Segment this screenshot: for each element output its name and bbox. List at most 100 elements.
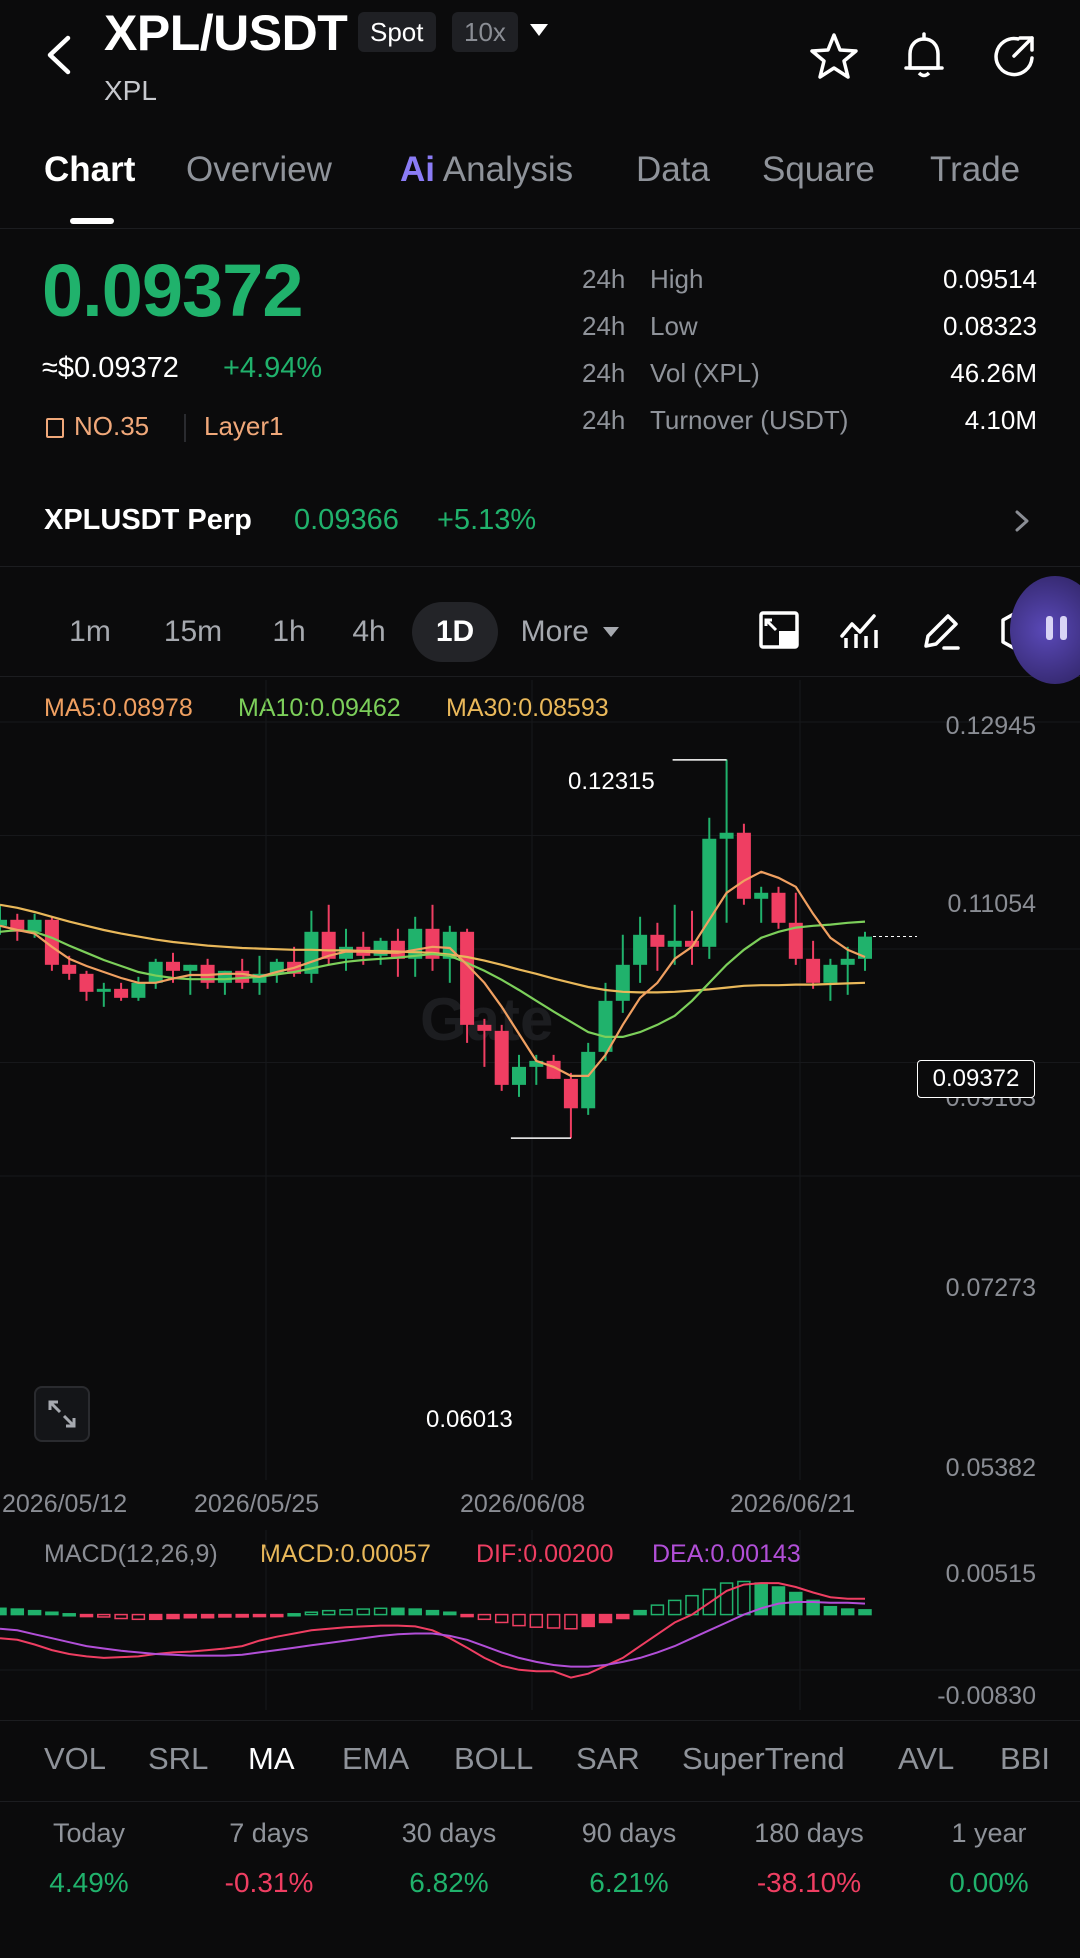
stat-label: Vol (XPL) <box>650 358 760 388</box>
macd-bar <box>789 1591 803 1616</box>
stat-value: 4.10M <box>964 405 1037 435</box>
macd-bar <box>858 1609 872 1616</box>
stat-period: 24h <box>582 311 626 341</box>
macd-bar <box>218 1613 232 1618</box>
perf-label: Today <box>52 1818 126 1848</box>
perf-7d: 7 days -0.31% <box>179 1818 359 1899</box>
macd-bar <box>408 1608 422 1616</box>
tab-overview[interactable]: Overview <box>186 150 332 190</box>
ai-icon: Ai <box>400 150 435 189</box>
candle-body <box>131 982 146 998</box>
macd-bar <box>719 1582 734 1616</box>
x-tick: 2026/06/21 <box>730 1490 856 1518</box>
candle-body <box>581 1051 596 1109</box>
stat-value: 46.26M <box>950 358 1037 388</box>
interval-15m[interactable]: 15m <box>148 602 238 662</box>
indicator-ema[interactable]: EMA <box>342 1741 409 1777</box>
macd-bar <box>287 1613 301 1617</box>
perf-90d: 90 days 6.21% <box>539 1818 719 1899</box>
assistant-bubble[interactable] <box>1010 576 1080 684</box>
stat-label: High <box>650 264 704 294</box>
perf-value: 6.82% <box>409 1867 489 1898</box>
tab-trade[interactable]: Trade <box>930 150 1020 190</box>
stat-period: 24h <box>582 358 626 388</box>
indicator-ma[interactable]: MA <box>248 1741 295 1777</box>
candle-body <box>840 958 855 965</box>
share-icon[interactable] <box>988 30 1040 82</box>
macd-bar <box>0 1607 7 1616</box>
perp-row[interactable]: XPLUSDT Perp 0.09366 +5.13% <box>0 486 1080 567</box>
indicator-sar[interactable]: SAR <box>576 1741 640 1777</box>
candle-body <box>148 961 163 983</box>
perf-180d: 180 days -38.10% <box>719 1818 899 1899</box>
stat-period: 24h <box>582 405 626 435</box>
indicator-icon[interactable] <box>832 602 890 660</box>
star-icon[interactable] <box>808 30 860 82</box>
chart-settings-icon[interactable] <box>752 602 810 660</box>
candle-body <box>183 964 198 971</box>
x-tick: 2026/05/12 <box>2 1490 128 1518</box>
tab-analysis[interactable]: Ai Analysis <box>400 150 573 190</box>
candle-body <box>806 958 821 983</box>
interval-4h[interactable]: 4h <box>334 602 404 662</box>
rank-tag[interactable]: NO.35 <box>46 411 149 442</box>
perf-value: -0.31% <box>224 1867 314 1898</box>
stat-label: Low <box>650 311 698 341</box>
interval-1m[interactable]: 1m <box>50 602 130 662</box>
macd-bar <box>235 1613 249 1618</box>
stat-turnover: 24h Turnover (USDT) 4.10M <box>582 405 1037 445</box>
macd-bar <box>252 1613 267 1618</box>
tag-divider <box>184 414 186 442</box>
macd-chart[interactable] <box>0 1530 1080 1710</box>
indicator-vol[interactable]: VOL <box>44 1741 106 1777</box>
category-tag[interactable]: Layer1 <box>204 411 284 442</box>
bell-icon[interactable] <box>898 30 950 82</box>
perf-label: 1 year <box>951 1818 1027 1848</box>
rank-icon <box>46 418 64 438</box>
interval-1h[interactable]: 1h <box>254 602 324 662</box>
interval-bar: 1m 15m 1h 4h 1D More <box>0 576 1080 684</box>
spot-badge: Spot <box>358 12 436 52</box>
perf-value: 6.21% <box>589 1867 669 1898</box>
last-price: 0.09372 <box>42 249 303 332</box>
macd-bar <box>667 1599 682 1616</box>
watermark: Gate <box>420 986 553 1053</box>
rank-label: NO.35 <box>74 411 150 441</box>
y-tick: 0.11054 <box>947 890 1036 918</box>
fullscreen-icon[interactable] <box>34 1386 90 1442</box>
tab-chart[interactable]: Chart <box>44 150 135 190</box>
dif-line <box>0 1582 865 1679</box>
candle-body <box>114 988 129 998</box>
y-tick: 0.07273 <box>945 1274 1036 1302</box>
candle-body <box>754 892 769 899</box>
candle-body <box>615 964 630 1001</box>
macd-bar <box>650 1604 665 1616</box>
draw-icon[interactable] <box>912 602 970 660</box>
perf-value: 0.00% <box>949 1867 1029 1898</box>
perf-label: 180 days <box>754 1818 864 1848</box>
interval-1d[interactable]: 1D <box>412 602 498 662</box>
macd-bar <box>183 1613 198 1619</box>
perf-value: 4.49% <box>49 1867 129 1898</box>
stat-volume: 24h Vol (XPL) 46.26M <box>582 358 1037 398</box>
pair-dropdown-icon[interactable] <box>528 22 550 43</box>
indicator-bbi[interactable]: BBI <box>1000 1741 1050 1777</box>
perf-1y: 1 year 0.00% <box>899 1818 1079 1899</box>
indicator-boll[interactable]: BOLL <box>454 1741 533 1777</box>
candle-body <box>823 964 838 983</box>
perf-label: 90 days <box>581 1818 677 1848</box>
macd-bar <box>564 1613 578 1630</box>
leverage-badge[interactable]: 10x <box>452 12 518 52</box>
stat-high: 24h High 0.09514 <box>582 264 1037 304</box>
indicator-supertrend[interactable]: SuperTrend <box>682 1741 845 1777</box>
interval-more[interactable]: More <box>510 602 630 662</box>
macd-bar <box>598 1613 613 1624</box>
indicator-srl[interactable]: SRL <box>148 1741 208 1777</box>
tab-square[interactable]: Square <box>762 150 875 190</box>
macd-bar <box>823 1605 838 1616</box>
tab-data[interactable]: Data <box>636 150 710 190</box>
macd-bar <box>148 1613 163 1621</box>
back-icon[interactable] <box>40 30 80 80</box>
indicator-avl[interactable]: AVL <box>898 1741 954 1777</box>
macd-bar <box>633 1609 647 1616</box>
